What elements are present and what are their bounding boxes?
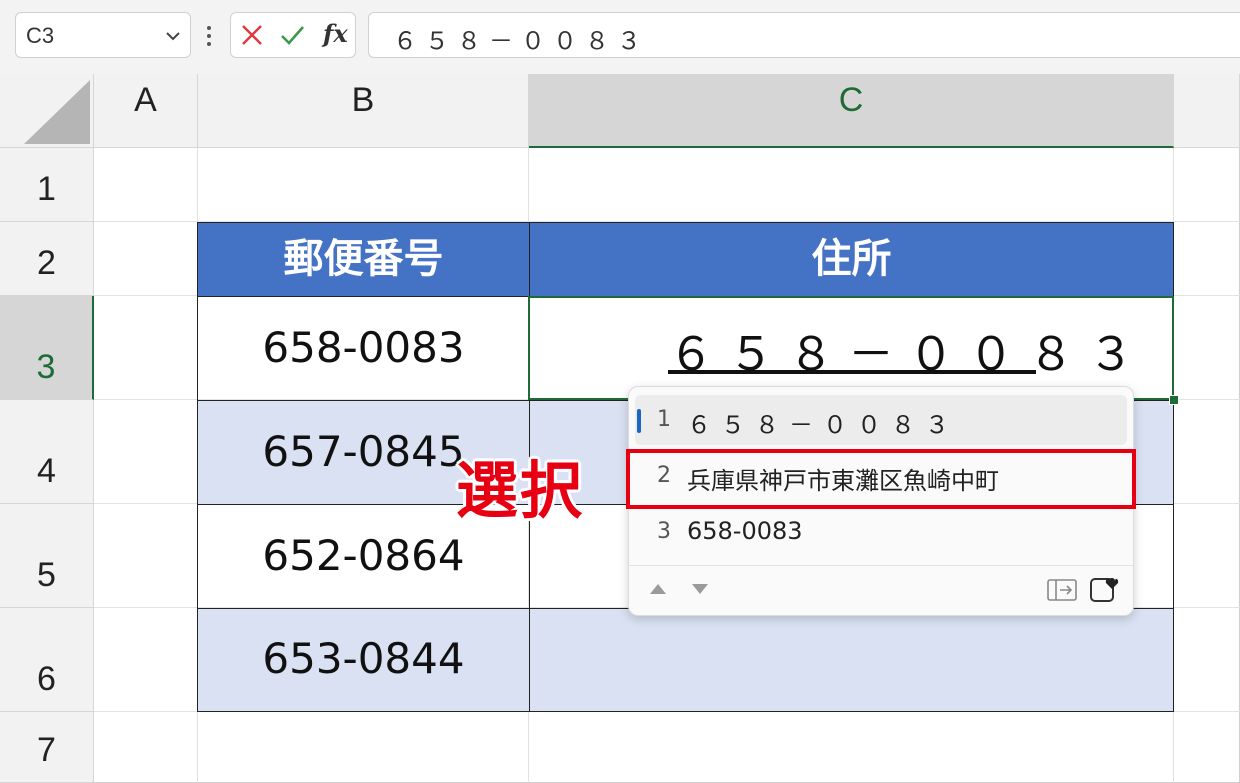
expand-panel-icon[interactable]	[1047, 579, 1077, 601]
cell-c6[interactable]	[529, 608, 1174, 712]
row-header-7[interactable]: 7	[0, 712, 94, 783]
row-header-5[interactable]: 5	[0, 504, 94, 608]
chevron-down-icon[interactable]	[164, 27, 182, 45]
column-header-d[interactable]	[1174, 74, 1240, 148]
select-all-corner[interactable]	[0, 74, 94, 148]
select-all-triangle-icon	[24, 80, 90, 144]
candidate-index: 1	[657, 407, 671, 432]
name-box-value: C3	[26, 23, 55, 48]
insert-function-button[interactable]: fx	[323, 19, 348, 48]
column-header-c[interactable]: C	[529, 74, 1174, 148]
annotation-select-label: 選択	[456, 454, 585, 527]
formula-bar-area: C3 fx ６５８－００８３	[0, 0, 1240, 75]
highlight-box	[626, 449, 1136, 509]
cancel-icon[interactable]	[239, 22, 265, 48]
row-header-4[interactable]: 4	[0, 400, 94, 504]
ime-candidate-3[interactable]: 3 658-0083	[635, 507, 1127, 557]
candidate-index: 3	[657, 519, 671, 544]
cell-b6[interactable]: 653-0844	[197, 608, 530, 712]
ime-composition-underline	[668, 370, 1036, 374]
triangle-down-icon[interactable]	[691, 583, 709, 595]
confirm-check-icon[interactable]	[279, 22, 305, 48]
formula-content: ６５８－００８３	[393, 27, 649, 55]
candidate-text: ６５８－００８３	[687, 411, 959, 439]
row-header-3[interactable]: 3	[0, 296, 94, 400]
formula-input[interactable]: ６５８－００８３	[368, 12, 1240, 58]
row-header-6[interactable]: 6	[0, 608, 94, 712]
header-postal-code[interactable]: 郵便番号	[197, 222, 530, 297]
ime-composition-text: ６５８－００８３	[668, 327, 1148, 381]
focus-indicator	[637, 409, 641, 433]
emoji-panel-icon[interactable]	[1089, 575, 1119, 605]
name-box[interactable]: C3	[15, 12, 191, 58]
header-address[interactable]: 住所	[529, 222, 1174, 297]
ime-divider	[629, 565, 1133, 566]
candidate-text: 658-0083	[687, 517, 803, 545]
cell-b3[interactable]: 658-0083	[197, 296, 530, 401]
row-header-1[interactable]: 1	[0, 148, 94, 222]
column-header-a[interactable]: A	[94, 74, 198, 148]
formula-controls: fx	[230, 12, 356, 58]
triangle-up-icon[interactable]	[649, 583, 667, 595]
column-header-b[interactable]: B	[198, 74, 529, 148]
fill-handle[interactable]	[1169, 395, 1179, 405]
ime-candidate-1[interactable]: 1 ６５８－００８３	[635, 395, 1127, 445]
row-header-2[interactable]: 2	[0, 222, 94, 296]
more-options-icon[interactable]	[206, 24, 212, 48]
